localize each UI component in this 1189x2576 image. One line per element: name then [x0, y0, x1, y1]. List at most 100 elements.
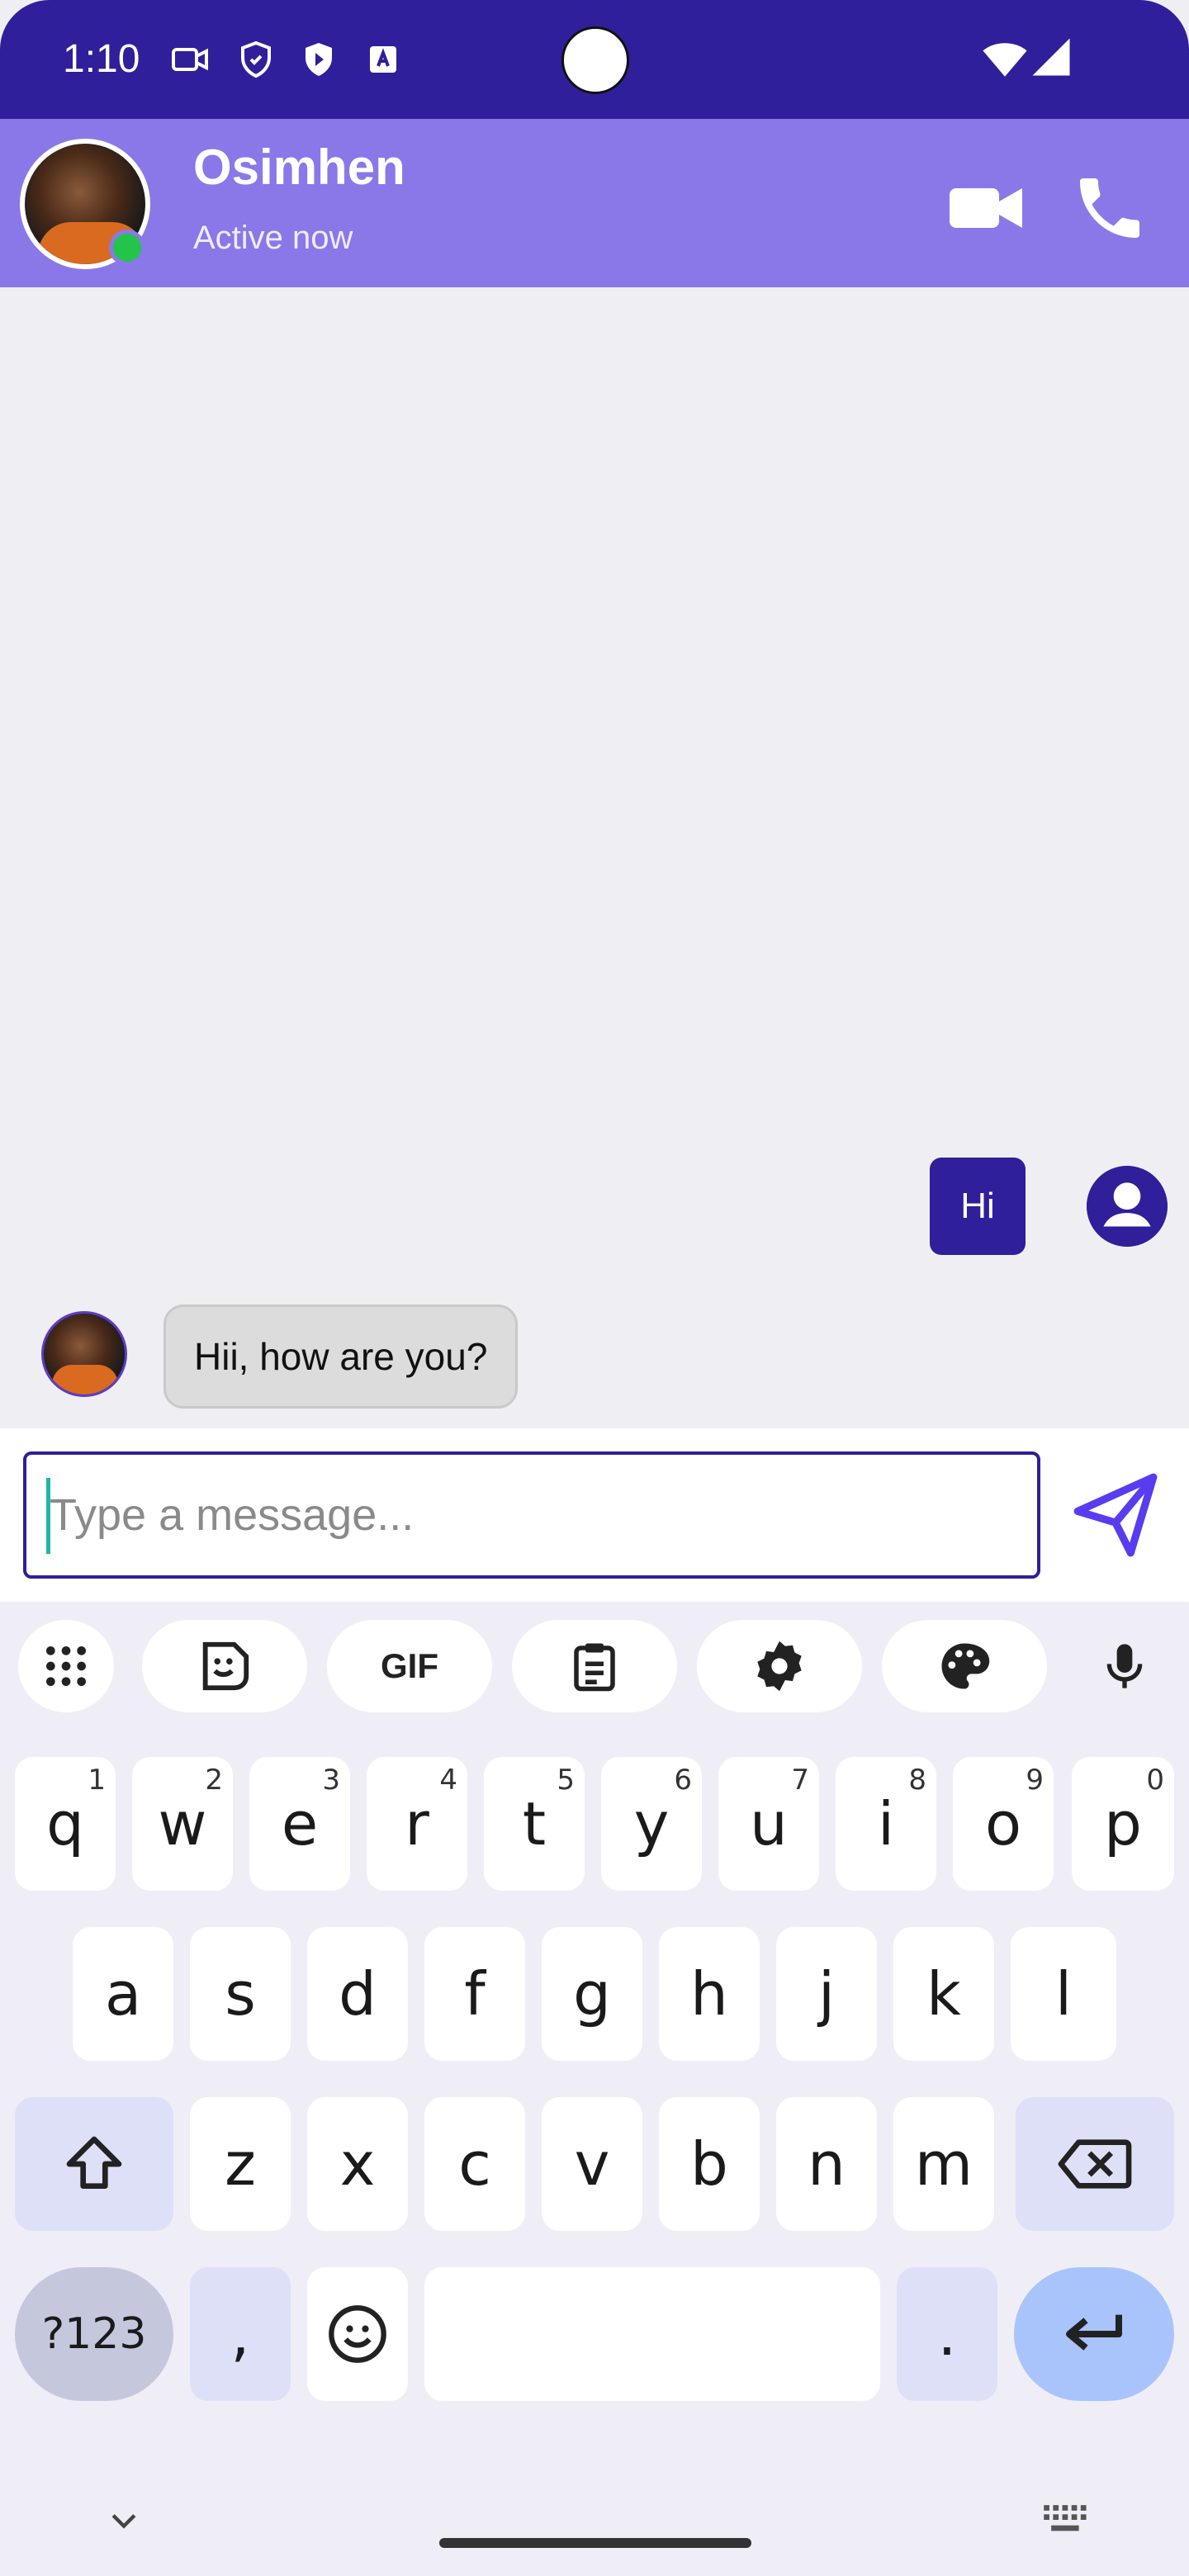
- key-y[interactable]: y6: [601, 1757, 702, 1891]
- keyboard-toolbar: GIF: [0, 1620, 1189, 1719]
- shift-icon: [66, 2136, 122, 2189]
- text-cursor: [46, 1478, 50, 1554]
- voice-call-button[interactable]: [1070, 168, 1149, 248]
- key-g[interactable]: g: [542, 1927, 642, 2061]
- key-label: w: [158, 1789, 207, 1859]
- gif-label: GIF: [381, 1646, 438, 1685]
- key-label: q: [46, 1789, 84, 1859]
- sticker-button[interactable]: [142, 1620, 307, 1712]
- key-hint: 7: [791, 1764, 809, 1797]
- key-m[interactable]: m: [893, 2097, 994, 2231]
- mic-icon: [1106, 1644, 1143, 1688]
- wifi-icon: [983, 43, 1027, 77]
- key-x[interactable]: x: [307, 2097, 408, 2231]
- settings-icon: [757, 1641, 802, 1692]
- key-label: u: [750, 1789, 788, 1859]
- enter-key[interactable]: [1014, 2267, 1174, 2401]
- period-key[interactable]: .: [897, 2267, 997, 2401]
- key-label: i: [877, 1789, 894, 1859]
- message-list[interactable]: Hi Hii, how are you?: [0, 287, 1189, 1427]
- key-t[interactable]: t5: [484, 1757, 585, 1891]
- backspace-key[interactable]: [1016, 2097, 1174, 2231]
- key-p[interactable]: p0: [1072, 1757, 1174, 1891]
- status-bar: 1:10: [0, 0, 1189, 119]
- backspace-icon: [1058, 2139, 1132, 2189]
- composer: [0, 1428, 1189, 1602]
- key-hint: 6: [674, 1764, 692, 1797]
- incoming-message[interactable]: Hii, how are you?: [163, 1305, 519, 1409]
- gif-button[interactable]: GIF: [327, 1620, 492, 1712]
- key-f[interactable]: f: [424, 1927, 525, 2061]
- key-c[interactable]: c: [424, 2097, 525, 2231]
- online-indicator: [109, 230, 145, 266]
- key-n[interactable]: n: [776, 2097, 877, 2231]
- clipboard-button[interactable]: [512, 1620, 677, 1712]
- key-hint: 4: [439, 1764, 457, 1797]
- play-protect-icon: [306, 43, 332, 76]
- key-h[interactable]: h: [659, 1927, 760, 2061]
- key-i[interactable]: i8: [836, 1757, 936, 1891]
- key-hint: 5: [557, 1764, 575, 1797]
- key-label: p: [1104, 1789, 1142, 1859]
- space-key[interactable]: [424, 2267, 880, 2401]
- emoji-icon: [329, 2305, 386, 2363]
- key-hint: 9: [1026, 1764, 1044, 1797]
- key-v[interactable]: v: [542, 2097, 642, 2231]
- key-e[interactable]: e3: [249, 1757, 350, 1891]
- message-input[interactable]: [23, 1451, 1040, 1579]
- key-label: y: [633, 1789, 670, 1859]
- key-j[interactable]: j: [776, 1927, 877, 2061]
- key-r[interactable]: r4: [367, 1757, 467, 1891]
- key-q[interactable]: q1: [15, 1757, 116, 1891]
- voice-input-button[interactable]: [1083, 1620, 1166, 1712]
- key-s[interactable]: s: [190, 1927, 291, 2061]
- clipboard-icon: [574, 1643, 615, 1692]
- video-call-button[interactable]: [946, 168, 1026, 248]
- outgoing-message[interactable]: Hi: [930, 1158, 1026, 1255]
- key-hint: 0: [1146, 1764, 1164, 1797]
- theme-button[interactable]: [882, 1620, 1047, 1712]
- keyboard-switch-icon[interactable]: [1042, 2502, 1090, 2538]
- sticker-icon: [202, 1641, 249, 1691]
- key-o[interactable]: o9: [953, 1757, 1054, 1891]
- translate-icon: [370, 46, 396, 73]
- status-time: 1:10: [63, 37, 140, 81]
- symbols-key[interactable]: ?123: [15, 2267, 173, 2401]
- key-d[interactable]: d: [307, 1927, 408, 2061]
- chat-header: Osimhen Active now: [0, 119, 1189, 287]
- key-l[interactable]: l: [1011, 1927, 1116, 2061]
- key-hint: 1: [88, 1764, 106, 1797]
- key-label: t: [522, 1789, 547, 1859]
- contact-status: Active now: [193, 220, 353, 256]
- emoji-key[interactable]: [307, 2267, 408, 2401]
- key-k[interactable]: k: [893, 1927, 994, 2061]
- key-hint: 8: [908, 1764, 926, 1797]
- key-z[interactable]: z: [190, 2097, 291, 2231]
- video-record-icon: [172, 48, 208, 71]
- key-hint: 3: [322, 1764, 340, 1797]
- key-hint: 2: [205, 1764, 223, 1797]
- key-label: r: [405, 1789, 429, 1859]
- home-indicator[interactable]: [439, 2538, 751, 2548]
- keyboard: GIF q1 w2 e3 r4 t5 y6 u7 i8 o9 p0 a s d …: [0, 1602, 1189, 2576]
- hide-keyboard-icon[interactable]: [106, 2503, 142, 2540]
- comma-key[interactable]: ,: [190, 2267, 291, 2401]
- sender-avatar: [41, 1311, 127, 1397]
- apps-grid-button[interactable]: [18, 1620, 114, 1712]
- shield-icon: [241, 40, 271, 78]
- enter-icon: [1066, 2314, 1122, 2351]
- key-w[interactable]: w2: [132, 1757, 233, 1891]
- key-a[interactable]: a: [73, 1927, 173, 2061]
- key-u[interactable]: u7: [718, 1757, 819, 1891]
- key-label: e: [281, 1789, 319, 1859]
- send-button[interactable]: [1070, 1470, 1161, 1560]
- contact-avatar[interactable]: [20, 139, 150, 269]
- shift-key[interactable]: [15, 2097, 173, 2231]
- palette-icon: [941, 1643, 990, 1689]
- key-label: o: [984, 1789, 1022, 1859]
- key-b[interactable]: b: [659, 2097, 760, 2231]
- signal-icon: [1032, 38, 1070, 76]
- settings-button[interactable]: [697, 1620, 862, 1712]
- contact-name: Osimhen: [193, 140, 405, 195]
- camera-cutout: [561, 26, 629, 94]
